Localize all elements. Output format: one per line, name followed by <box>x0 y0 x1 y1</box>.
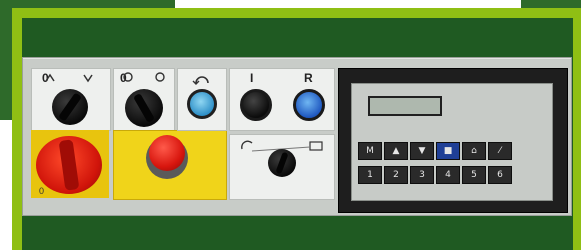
rotation-selector-module: 0 <box>113 68 175 131</box>
speed-dial-knob[interactable] <box>268 149 296 177</box>
start-button[interactable] <box>240 89 272 121</box>
hmi-key-edit[interactable]: ⁄ <box>488 142 512 160</box>
hmi-key-6[interactable]: 6 <box>488 166 512 184</box>
main-switch-module: 0 <box>31 130 109 198</box>
hmi-key-4[interactable]: 4 <box>436 166 460 184</box>
estop-module <box>113 130 227 200</box>
reset-r-button[interactable] <box>293 89 325 121</box>
start-mark: I <box>250 71 254 85</box>
rotation-selector-knob[interactable] <box>125 89 163 127</box>
speed-dial-module <box>229 134 335 200</box>
hmi-key-2[interactable]: 2 <box>384 166 408 184</box>
main-switch-mark: 0 <box>39 186 45 196</box>
mode-selector-module: 0 <box>31 68 111 131</box>
hmi-key-up[interactable]: ▲ <box>384 142 408 160</box>
control-panel: 0 0 0 I R M ▲ ▼ ■ ⌂ ⁄ 1 2 3 4 5 6 <box>22 57 572 216</box>
hmi-key-1[interactable]: 1 <box>358 166 382 184</box>
hmi-key-5[interactable]: 5 <box>462 166 486 184</box>
reset-pushbutton[interactable] <box>187 89 217 119</box>
rotate-icon <box>192 76 209 85</box>
hmi-key-home[interactable]: ⌂ <box>462 142 486 160</box>
mode-selector-icon <box>45 73 93 83</box>
hmi-body: M ▲ ▼ ■ ⌂ ⁄ 1 2 3 4 5 6 <box>351 83 553 201</box>
main-switch[interactable] <box>36 136 102 194</box>
hmi-key-enter[interactable]: ■ <box>436 142 460 160</box>
hmi-key-down[interactable]: ▼ <box>410 142 434 160</box>
hmi-key-menu[interactable]: M <box>358 142 382 160</box>
start-reset-module: I R <box>229 68 335 131</box>
rotation-selector-icon <box>123 72 165 82</box>
hmi-lcd-display <box>368 96 442 116</box>
hmi-terminal: M ▲ ▼ ■ ⌂ ⁄ 1 2 3 4 5 6 <box>338 68 568 213</box>
emergency-stop-button[interactable] <box>149 135 185 171</box>
reset-r-mark: R <box>304 71 313 85</box>
reset-module <box>177 68 227 131</box>
hmi-key-3[interactable]: 3 <box>410 166 434 184</box>
mode-selector-knob[interactable] <box>52 89 88 125</box>
